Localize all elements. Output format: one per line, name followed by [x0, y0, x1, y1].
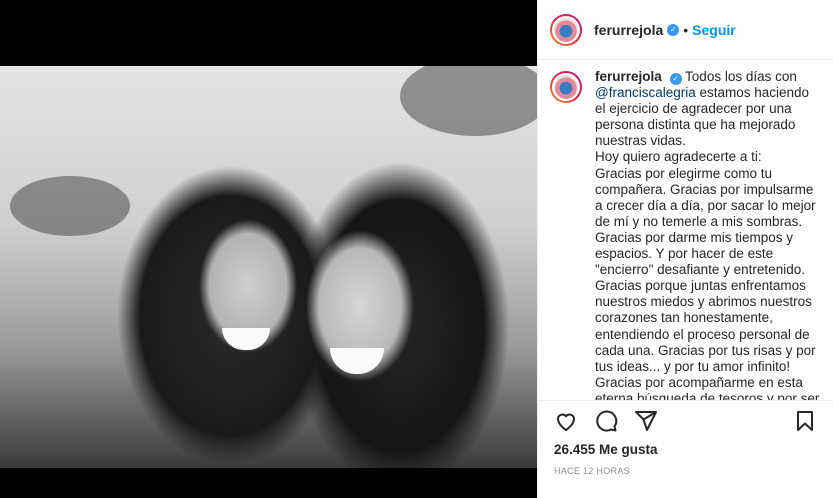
post-timestamp[interactable]: HACE 12 HORAS — [554, 466, 630, 476]
post-header: ferurrejola ✓ • Seguir — [538, 0, 833, 60]
follow-button[interactable]: Seguir — [692, 22, 736, 38]
caption-paragraph: Gracias por elegirme como tu compañera. … — [595, 165, 816, 229]
likes-count[interactable]: 26.455 Me gusta — [554, 442, 658, 457]
bookmark-icon[interactable] — [785, 401, 825, 441]
palm-decor — [10, 176, 130, 236]
caption-paragraph: Gracias porque juntas enfrentamos nuestr… — [595, 278, 816, 374]
heart-icon[interactable] — [546, 401, 586, 441]
avatar[interactable] — [550, 71, 582, 103]
avatar[interactable] — [550, 13, 582, 46]
caption-paragraph: Gracias por acompañarme en esta eterna b… — [595, 374, 820, 400]
post-caption: ferurrejola ✓ Todos los días con @franci… — [595, 69, 821, 400]
caption-intro: Todos los días con — [681, 69, 797, 84]
post-media — [0, 0, 537, 498]
post-sidebar: ferurrejola ✓ • Seguir ferurrejola ✓ Tod… — [537, 0, 833, 498]
separator-dot: • — [683, 21, 689, 38]
header-username[interactable]: ferurrejola — [594, 22, 663, 38]
post-photo[interactable] — [0, 66, 537, 468]
comments-area: ferurrejola ✓ Todos los días con @franci… — [538, 60, 833, 400]
verified-badge-icon: ✓ — [667, 23, 680, 36]
caption-mention[interactable]: @franciscalegria — [595, 85, 696, 100]
smile-decor — [330, 348, 384, 374]
action-bar — [538, 400, 833, 440]
caption-username[interactable]: ferurrejola — [595, 69, 662, 84]
caption-paragraph: Hoy quiero agradecerte a ti: — [595, 149, 762, 165]
smile-decor — [222, 328, 270, 350]
verified-badge-icon: ✓ — [669, 73, 682, 86]
comment-icon[interactable] — [586, 401, 626, 441]
caption-paragraph: Gracias por darme mis tiempos y espacios… — [595, 229, 805, 278]
share-icon[interactable] — [626, 401, 666, 441]
palm-decor — [400, 66, 537, 136]
